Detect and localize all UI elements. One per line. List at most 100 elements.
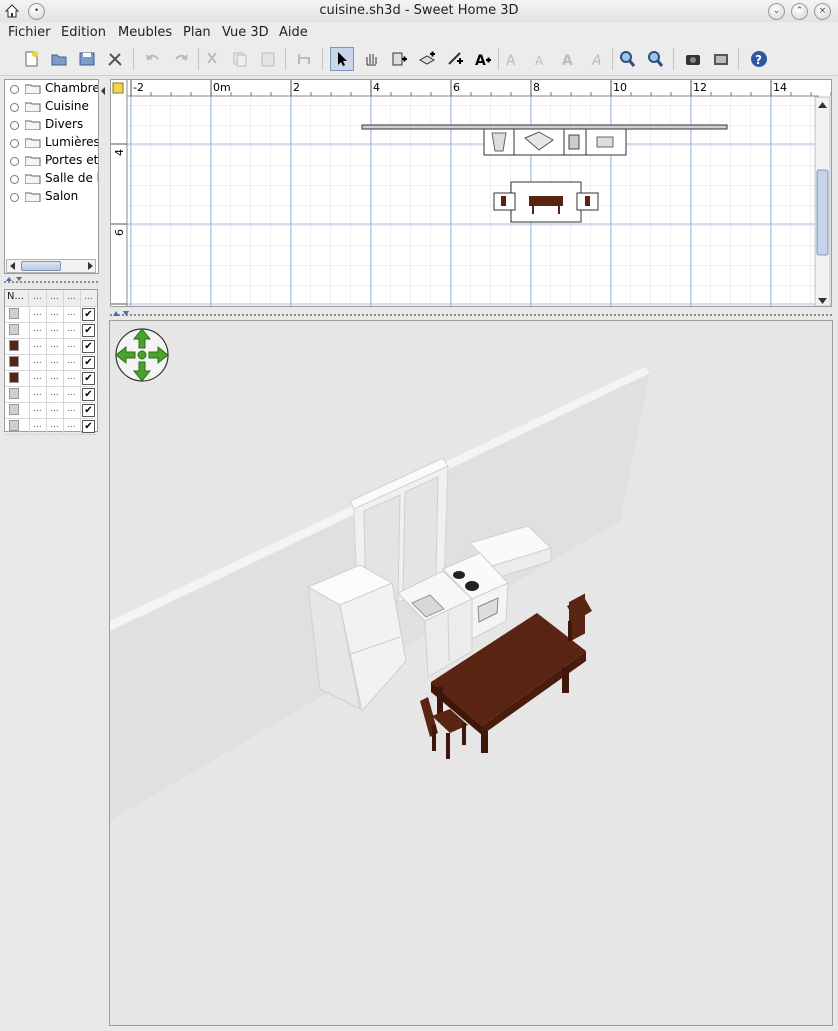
fridge-icon [9, 308, 19, 319]
menu-meubles[interactable]: Meubles [118, 25, 172, 40]
visible-checkbox[interactable]: ✔ [82, 420, 95, 433]
italic-text-icon[interactable]: A [586, 47, 610, 71]
column-header[interactable]: ... [29, 290, 47, 306]
minimize-button[interactable]: ⌄ [768, 3, 785, 20]
counter-icon [9, 420, 19, 431]
ruler-y-label: 4 [113, 149, 126, 156]
menu-edition[interactable]: Edition [61, 25, 106, 40]
scroll-right-icon[interactable] [85, 261, 95, 271]
furniture-catalog-tree[interactable]: Chambre Cuisine Divers Lumières Portes e… [4, 79, 99, 274]
visible-checkbox[interactable]: ✔ [82, 340, 95, 353]
ruler-x-label: 10 [613, 81, 627, 94]
expand-icon[interactable] [10, 157, 19, 166]
splitter-arrows-icon[interactable] [112, 310, 132, 317]
visible-checkbox[interactable]: ✔ [82, 388, 95, 401]
sink-icon [9, 388, 19, 399]
3d-chair-back [567, 593, 592, 642]
select-icon[interactable] [330, 47, 354, 71]
3d-view[interactable] [109, 320, 833, 1026]
column-header[interactable]: ... [63, 290, 81, 306]
catalog-horizontal-scrollbar[interactable] [6, 259, 96, 273]
expand-icon[interactable] [10, 103, 19, 112]
increase-text-icon[interactable]: A [501, 47, 525, 71]
furniture-list-table[interactable]: N... ... ... ... ... ......... ✔.........… [4, 289, 98, 435]
table-row[interactable]: ......... ✔ [5, 306, 97, 323]
table-row[interactable]: ......... ✔ [5, 322, 97, 339]
table-row[interactable]: ......... ✔ [5, 386, 97, 403]
folder-icon [25, 192, 41, 202]
visible-checkbox[interactable]: ✔ [82, 324, 95, 337]
expand-icon[interactable] [10, 175, 19, 184]
column-header[interactable]: ... [80, 290, 97, 306]
create-photo-icon[interactable] [681, 47, 705, 71]
undo-icon[interactable] [141, 47, 165, 71]
decrease-text-icon[interactable]: A [529, 47, 553, 71]
column-header-name[interactable]: N... [5, 290, 29, 306]
zoom-out-icon[interactable] [643, 47, 667, 71]
pan-icon[interactable] [359, 47, 383, 71]
cut-icon[interactable] [200, 47, 224, 71]
create-walls-icon[interactable] [387, 47, 411, 71]
ruler-x-label: 6 [453, 81, 460, 94]
table-row[interactable]: ......... ✔ [5, 402, 97, 419]
expand-icon[interactable] [10, 193, 19, 202]
copy-icon[interactable] [228, 47, 252, 71]
visible-checkbox[interactable]: ✔ [82, 308, 95, 321]
expand-icon[interactable] [10, 139, 19, 148]
new-icon[interactable] [19, 47, 43, 71]
ruler-x-label: -2 [133, 81, 144, 94]
maximize-button[interactable]: ⌃ [791, 3, 808, 20]
save-icon[interactable] [75, 47, 99, 71]
add-text-icon[interactable]: A [471, 47, 495, 71]
navigation-arrows[interactable] [115, 328, 169, 382]
menu-aide[interactable]: Aide [279, 25, 308, 40]
column-header[interactable]: ... [46, 290, 64, 306]
visible-checkbox[interactable]: ✔ [82, 356, 95, 369]
expand-icon[interactable] [10, 85, 19, 94]
plan-wall[interactable] [361, 124, 728, 130]
ruler-x-label: 4 [373, 81, 380, 94]
open-icon[interactable] [47, 47, 71, 71]
menu-fichier[interactable]: Fichier [8, 25, 51, 40]
paste-icon[interactable] [256, 47, 280, 71]
plan-scroll-thumb[interactable] [816, 169, 829, 256]
3d-canvas[interactable] [110, 321, 832, 1025]
menu-plan[interactable]: Plan [183, 25, 211, 40]
create-dimensions-icon[interactable] [443, 47, 467, 71]
close-button[interactable]: × [814, 3, 831, 20]
splitter-arrows-icon[interactable] [5, 276, 25, 282]
plan-3d-splitter[interactable] [110, 314, 832, 316]
zoom-in-icon[interactable] [615, 47, 639, 71]
redo-icon[interactable] [169, 47, 193, 71]
svg-text:A: A [506, 53, 516, 68]
vertical-splitter[interactable] [100, 289, 104, 1019]
scroll-thumb[interactable] [21, 261, 61, 271]
help-icon[interactable]: ? [747, 47, 771, 71]
plan-canvas[interactable]: -20m2468101214 468 [111, 80, 831, 306]
visible-checkbox[interactable]: ✔ [82, 404, 95, 417]
table-row[interactable]: ......... ✔ [5, 338, 97, 355]
expand-icon[interactable] [10, 121, 19, 130]
table-cell: ... [63, 354, 81, 370]
table-cell: ... [46, 306, 64, 322]
folder-icon [25, 102, 41, 112]
table-row[interactable]: ......... ✔ [5, 418, 97, 435]
plan-lock-icon[interactable] [112, 82, 124, 94]
plan-view[interactable]: -20m2468101214 468 [110, 79, 832, 307]
scroll-left-icon[interactable] [8, 261, 18, 271]
preferences-icon[interactable] [103, 47, 127, 71]
table-cell: ... [63, 386, 81, 402]
cabinet-icon [9, 324, 19, 335]
collapse-left-pane-icon[interactable] [100, 86, 106, 96]
table-row[interactable]: ......... ✔ [5, 370, 97, 387]
table-cell: ... [29, 418, 47, 434]
folder-icon [25, 156, 41, 166]
create-video-icon[interactable] [709, 47, 733, 71]
cooker-icon [9, 404, 19, 415]
add-furniture-icon[interactable] [292, 47, 316, 71]
bold-text-icon[interactable]: A [557, 47, 581, 71]
menu-vue-3d[interactable]: Vue 3D [222, 25, 269, 40]
visible-checkbox[interactable]: ✔ [82, 372, 95, 385]
create-rooms-icon[interactable] [415, 47, 439, 71]
table-row[interactable]: ......... ✔ [5, 354, 97, 371]
